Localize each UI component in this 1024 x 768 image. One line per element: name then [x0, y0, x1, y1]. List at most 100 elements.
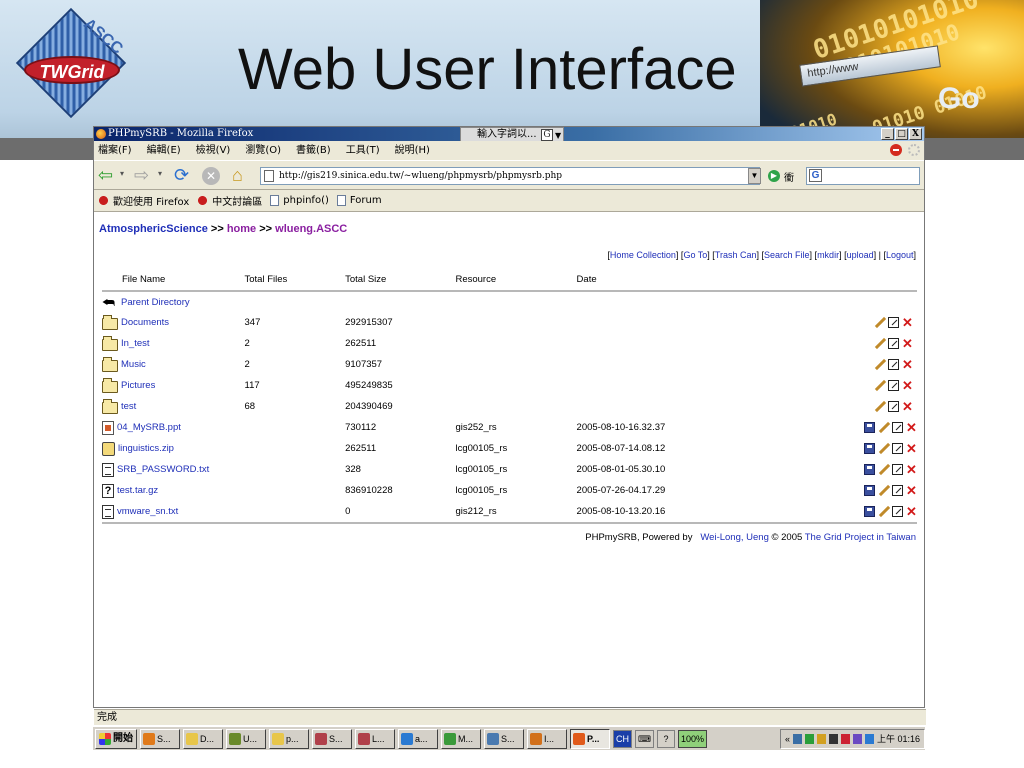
go-to-link[interactable]: Go To: [683, 250, 707, 260]
keyboard-icon[interactable]: ⌨: [635, 729, 654, 748]
open-external-icon[interactable]: [887, 317, 899, 328]
taskbar-task-button[interactable]: M...: [441, 728, 481, 749]
delete-icon[interactable]: ✕: [902, 379, 913, 392]
bookmark-forum[interactable]: Forum: [336, 195, 382, 206]
edit-pencil-icon[interactable]: [878, 485, 889, 496]
file-name-link[interactable]: SRB_PASSWORD.txt: [117, 464, 209, 475]
restore-button[interactable]: □: [895, 128, 908, 140]
table-row[interactable]: linguistics.zip 262511 lcg00105_rs 2005-08-…: [102, 438, 917, 459]
bookmark-chinese-forum[interactable]: 中文討論區: [197, 193, 262, 208]
mkdir-link[interactable]: mkdir: [817, 250, 839, 260]
delete-icon[interactable]: ✕: [906, 442, 917, 455]
taskbar-task-button[interactable]: U...: [226, 728, 266, 749]
taskbar-task-button[interactable]: p...: [269, 728, 309, 749]
stop-status-icon[interactable]: [890, 144, 902, 156]
home-collection-link[interactable]: Home Collection: [610, 250, 676, 260]
menu-file[interactable]: 檔案(F): [98, 141, 132, 160]
forward-dropdown-icon[interactable]: ▾: [158, 169, 162, 178]
taskbar-task-button[interactable]: L...: [355, 728, 395, 749]
download-icon[interactable]: [863, 464, 875, 475]
file-name-link[interactable]: test.tar.gz: [117, 485, 158, 496]
volume-icon[interactable]: [864, 733, 874, 744]
delete-icon[interactable]: ✕: [906, 484, 917, 497]
parent-directory-row[interactable]: ⮪ Parent Directory: [102, 291, 917, 312]
breadcrumb-root[interactable]: AtmosphericScience: [99, 223, 208, 235]
delete-icon[interactable]: ✕: [906, 463, 917, 476]
edit-pencil-icon[interactable]: [874, 338, 885, 349]
table-row[interactable]: test 68 204390469 ✕: [102, 396, 917, 417]
delete-icon[interactable]: ✕: [906, 421, 917, 434]
tool-icon[interactable]: [828, 733, 838, 744]
language-indicator[interactable]: CH: [613, 729, 632, 748]
go-icon[interactable]: ▶: [768, 170, 780, 182]
table-row[interactable]: Documents 347 292915307 ✕: [102, 312, 917, 333]
file-name-link[interactable]: vmware_sn.txt: [117, 506, 178, 517]
search-input[interactable]: G: [806, 167, 920, 185]
footer-author-link[interactable]: Wei-Long, Ueng: [700, 532, 768, 543]
trash-can-link[interactable]: Trash Can: [715, 250, 757, 260]
open-external-icon[interactable]: [887, 359, 899, 370]
edit-pencil-icon[interactable]: [878, 464, 889, 475]
open-external-icon[interactable]: [891, 485, 903, 496]
taskbar-task-button[interactable]: a...: [398, 728, 438, 749]
menu-bookmarks[interactable]: 書籤(B): [296, 141, 331, 160]
edit-pencil-icon[interactable]: [874, 380, 885, 391]
edit-pencil-icon[interactable]: [874, 317, 885, 328]
table-row[interactable]: Pictures 117 495249835 ✕: [102, 375, 917, 396]
breadcrumb-home[interactable]: home: [227, 223, 256, 235]
open-external-icon[interactable]: [887, 380, 899, 391]
antivirus-icon[interactable]: [840, 733, 850, 744]
file-name-link[interactable]: Music: [121, 359, 146, 370]
download-icon[interactable]: [863, 485, 875, 496]
edit-pencil-icon[interactable]: [878, 506, 889, 517]
taskbar-task-button[interactable]: S...: [140, 728, 180, 749]
start-button[interactable]: 開始: [95, 728, 137, 749]
open-external-icon[interactable]: [891, 443, 903, 454]
reload-icon[interactable]: ⟳: [174, 165, 189, 185]
open-external-icon[interactable]: [887, 338, 899, 349]
open-external-icon[interactable]: [891, 506, 903, 517]
menu-go[interactable]: 瀏覽(O): [245, 141, 281, 160]
help-icon[interactable]: ?: [657, 729, 675, 748]
menu-view[interactable]: 檢視(V): [196, 141, 231, 160]
file-name-link[interactable]: Documents: [121, 317, 169, 328]
file-name-link[interactable]: 04_MySRB.ppt: [117, 422, 181, 433]
messenger-icon[interactable]: [852, 733, 862, 744]
download-icon[interactable]: [863, 506, 875, 517]
window-titlebar[interactable]: PHPmySRB - Mozilla Firefox 輸入字詞以... G ▼ …: [94, 127, 924, 143]
forward-arrow-icon[interactable]: ⇨: [134, 165, 149, 185]
file-name-link[interactable]: In_test: [121, 338, 150, 349]
bookmark-welcome[interactable]: 歡迎使用 Firefox: [98, 193, 189, 208]
delete-icon[interactable]: ✕: [902, 337, 913, 350]
back-dropdown-icon[interactable]: ▾: [120, 169, 124, 178]
taskbar-task-button[interactable]: I...: [527, 728, 567, 749]
edit-pencil-icon[interactable]: [878, 422, 889, 433]
stop-icon[interactable]: ✕: [202, 167, 220, 185]
logout-link[interactable]: Logout: [886, 250, 914, 260]
delete-icon[interactable]: ✕: [902, 400, 913, 413]
tray-expand-icon[interactable]: «: [785, 734, 790, 744]
table-row[interactable]: SRB_PASSWORD.txt 328 lcg00105_rs 2005-08-01…: [102, 459, 917, 480]
edit-pencil-icon[interactable]: [874, 401, 885, 412]
network-icon[interactable]: [792, 733, 802, 744]
table-row[interactable]: In_test 2 262511 ✕: [102, 333, 917, 354]
file-name-link[interactable]: test: [121, 401, 136, 412]
table-row[interactable]: Music 2 9107357 ✕: [102, 354, 917, 375]
back-arrow-icon[interactable]: ⇦: [98, 165, 113, 185]
table-row[interactable]: ? test.tar.gz 836910228 lcg00105_rs 2005-07-…: [102, 480, 917, 501]
table-row[interactable]: 04_MySRB.ppt 730112 gis252_rs 2005-08-10-16…: [102, 417, 917, 438]
url-input[interactable]: http://gis219.sinica.edu.tw/~wlueng/phpm…: [260, 167, 760, 185]
search-file-link[interactable]: Search File: [764, 250, 810, 260]
delete-icon[interactable]: ✕: [902, 358, 913, 371]
table-row[interactable]: vmware_sn.txt 0 gis212_rs 2005-08-10-13.20.…: [102, 501, 917, 522]
taskbar-task-button[interactable]: S...: [484, 728, 524, 749]
menu-tools[interactable]: 工具(T): [346, 141, 380, 160]
edit-pencil-icon[interactable]: [878, 443, 889, 454]
security-icon[interactable]: [816, 733, 826, 744]
file-name-link[interactable]: Pictures: [121, 380, 155, 391]
go-label[interactable]: 衝: [784, 169, 794, 184]
file-name-link[interactable]: linguistics.zip: [118, 443, 174, 454]
bookmark-phpinfo[interactable]: phpinfo(): [270, 195, 329, 206]
minimize-button[interactable]: _: [881, 128, 894, 140]
edit-pencil-icon[interactable]: [874, 359, 885, 370]
